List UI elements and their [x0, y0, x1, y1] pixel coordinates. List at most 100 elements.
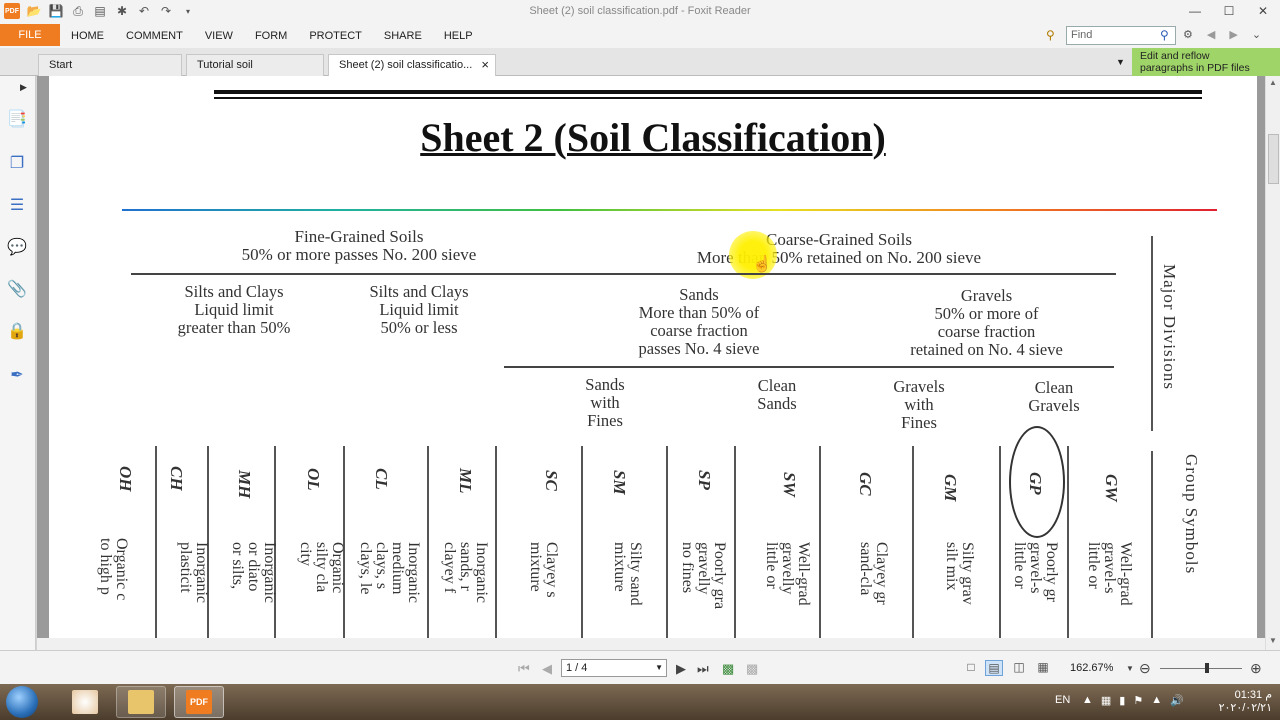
symbol-gc: GC: [856, 472, 875, 496]
desc-ml: Inorganic sands, r clayey f: [441, 542, 490, 638]
desc-ch: Inorganic plasticit: [177, 542, 210, 638]
tab-help[interactable]: HELP: [433, 24, 484, 48]
tab-list-dropdown-icon[interactable]: ▼: [1116, 57, 1125, 67]
next-view-icon[interactable]: ▩: [746, 661, 758, 677]
sands-line1: Sands: [679, 285, 719, 304]
collapse-ribbon-icon[interactable]: ⌄: [1252, 28, 1261, 41]
settings-gear-icon[interactable]: ⚙: [1183, 28, 1193, 41]
previous-page-icon[interactable]: ◀: [542, 661, 552, 677]
language-indicator[interactable]: EN: [1055, 694, 1070, 706]
page-dropdown-icon[interactable]: ▼: [655, 660, 663, 676]
layers-icon[interactable]: ☰: [6, 194, 28, 216]
reflow-ad-banner[interactable]: Edit and reflow paragraphs in PDF files: [1132, 48, 1280, 76]
horizontal-scrollbar[interactable]: [37, 638, 1265, 650]
close-window-button[interactable]: ✕: [1246, 0, 1280, 22]
tab-sheet2[interactable]: Sheet (2) soil classificatio... ×: [328, 54, 496, 76]
tab-start[interactable]: Start: [38, 54, 182, 76]
maximize-button[interactable]: ☐: [1212, 0, 1246, 22]
continuous-facing-view-icon[interactable]: ▦: [1034, 660, 1052, 676]
sands-line4: passes No. 4 sieve: [638, 339, 760, 358]
comments-icon[interactable]: 💬: [6, 236, 28, 258]
single-page-view-icon[interactable]: □: [962, 660, 980, 676]
tab-form[interactable]: FORM: [244, 24, 298, 48]
minimize-button[interactable]: —: [1178, 0, 1212, 22]
previous-view-icon[interactable]: ▩: [722, 661, 734, 677]
scroll-up-icon[interactable]: ▲: [1269, 78, 1277, 87]
zoom-slider-track[interactable]: [1160, 668, 1242, 669]
tab-tutorial[interactable]: Tutorial soil classificatio...: [186, 54, 324, 91]
clock[interactable]: 01:31 م ٢٠٢٠/٠٢/٢١: [1219, 688, 1272, 714]
battery-icon[interactable]: ▮: [1119, 694, 1125, 707]
major-divisions-label: Major Divisions: [1160, 264, 1179, 390]
desc-gp-line1: Poorly gr: [1043, 542, 1060, 602]
document-tabs: Start Tutorial soil classificatio... She…: [0, 48, 1280, 91]
tab-protect[interactable]: PROTECT: [298, 24, 373, 48]
coarse-grained-header: Coarse-Grained Soils More than 50% retai…: [649, 231, 1029, 267]
tray-arrow-icon[interactable]: ▲: [1082, 694, 1093, 707]
desc-gw-line2: gravel-s: [1101, 542, 1118, 594]
volume-icon[interactable]: 🔊: [1170, 694, 1184, 707]
desc-mh-line3: or silts,: [229, 542, 246, 590]
tab-home[interactable]: HOME: [60, 24, 115, 48]
zoom-slider-handle[interactable]: [1205, 663, 1209, 673]
flag-icon[interactable]: ⚑: [1133, 694, 1143, 707]
document-viewport[interactable]: Sheet 2 (Soil Classification) Fine-Grain…: [37, 76, 1265, 650]
tab-share[interactable]: SHARE: [373, 24, 433, 48]
tab-start-label: Start: [49, 59, 73, 71]
continuous-view-icon[interactable]: ▤: [985, 660, 1003, 676]
clean-gravels-line1: Clean: [1034, 378, 1074, 397]
zoom-out-icon[interactable]: ⊖: [1139, 660, 1151, 677]
coarse-grained-title: Coarse-Grained Soils: [766, 230, 912, 249]
tab-view[interactable]: VIEW: [194, 24, 244, 48]
silts-clays-low-ll-line2: Liquid limit: [379, 300, 459, 319]
next-page-icon[interactable]: ▶: [676, 661, 686, 677]
scroll-down-icon[interactable]: ▼: [1269, 636, 1277, 645]
vertical-scrollbar[interactable]: ▲ ▼: [1265, 76, 1280, 650]
zoom-in-icon[interactable]: ⊕: [1250, 660, 1262, 677]
expand-sidebar-icon[interactable]: ▶: [20, 82, 27, 93]
column-divider: [819, 446, 821, 638]
taskbar-paint-app[interactable]: [60, 686, 110, 718]
binoculars-icon[interactable]: ⚲: [1046, 28, 1055, 42]
signature-icon[interactable]: ✒: [6, 364, 28, 386]
desc-sm: Silty sand mixture: [611, 542, 644, 638]
silts-clays-high-ll-line1: Silts and Clays: [184, 282, 284, 301]
network-icon[interactable]: ▲: [1151, 694, 1162, 707]
first-page-icon[interactable]: ⏮: [518, 661, 530, 677]
taskbar-foxit[interactable]: PDF: [174, 686, 224, 718]
symbol-gm: GM: [941, 474, 960, 502]
silts-clays-high-ll-line3: greater than 50%: [177, 318, 291, 337]
search-icon[interactable]: ⚲: [1160, 28, 1169, 42]
gravels-header: Gravels 50% or more of coarse fraction r…: [879, 287, 1094, 359]
tray-app-icon[interactable]: ▦: [1101, 694, 1111, 707]
next-result-icon[interactable]: ▶: [1229, 28, 1237, 41]
security-lock-icon[interactable]: 🔒: [6, 320, 28, 342]
symbol-ml: ML: [456, 468, 475, 494]
attachments-icon[interactable]: 📎: [6, 278, 28, 300]
desc-sp-line2: gravelly: [695, 542, 712, 595]
tab-comment[interactable]: COMMENT: [115, 24, 194, 48]
close-tab-icon[interactable]: ×: [481, 55, 489, 75]
desc-ch-line2: plasticit: [177, 542, 194, 593]
taskbar-explorer[interactable]: [116, 686, 166, 718]
sands-with-fines: Sands with Fines: [555, 376, 655, 430]
gravels-line3: coarse fraction: [937, 322, 1036, 341]
zoom-level[interactable]: 162.67%: [1070, 662, 1113, 674]
desc-sw: Well-grad gravelly little or: [763, 542, 812, 638]
sands-header: Sands More than 50% of coarse fraction p…: [604, 286, 794, 358]
silts-clays-high-ll-line2: Liquid limit: [194, 300, 274, 319]
last-page-icon[interactable]: ⏭: [697, 661, 709, 677]
file-tab[interactable]: FILE: [0, 24, 60, 46]
bookmarks-icon[interactable]: 📑: [6, 108, 28, 130]
page-number-input[interactable]: 1 / 4 ▼: [561, 659, 667, 677]
desc-cl-line2: medium: [389, 542, 406, 595]
facing-view-icon[interactable]: ◫: [1010, 660, 1028, 676]
window-title: Sheet (2) soil classification.pdf - Foxi…: [529, 5, 751, 17]
clean-gravels-line2: Gravels: [1028, 396, 1080, 415]
desc-sc: Clayey s mixture: [527, 542, 560, 638]
pages-icon[interactable]: ❐: [6, 152, 28, 174]
zoom-dropdown-icon[interactable]: ▼: [1126, 664, 1134, 673]
scroll-thumb[interactable]: [1268, 134, 1279, 184]
start-button[interactable]: [6, 686, 38, 718]
previous-result-icon[interactable]: ◀: [1207, 28, 1215, 41]
